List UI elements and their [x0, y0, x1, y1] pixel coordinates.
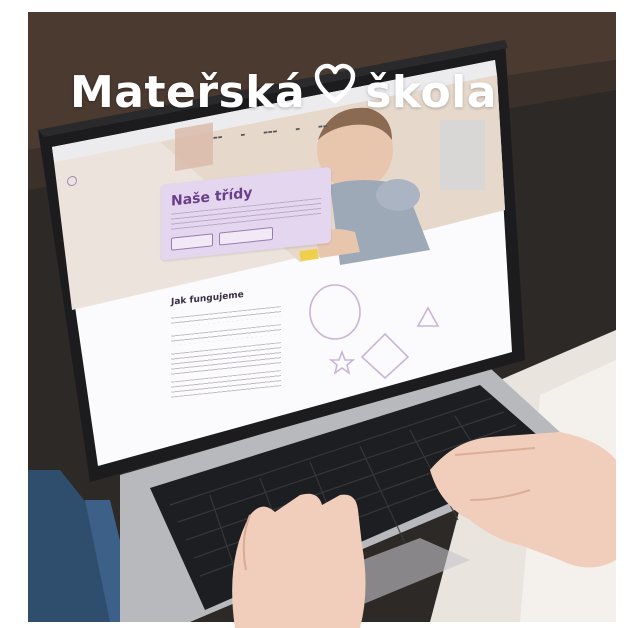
site-nav: ▬▬ ▬ ▬▬▬ ▬ ▬▬ — [213, 123, 328, 141]
headline-word-1: Mateřská — [70, 66, 306, 118]
headline-word-2: škola — [365, 66, 497, 118]
hero-card: Naše třídy — [161, 166, 331, 261]
nav-item: ▬ — [240, 131, 246, 139]
hero-button-secondary — [219, 226, 273, 246]
website-screen: ▬▬ ▬ ▬▬▬ ▬ ▬▬ Naše třídy Jak fungujeme — [63, 97, 503, 443]
section-title: Jak fungujeme — [171, 289, 244, 308]
nav-item: ▬▬ — [213, 134, 223, 142]
text-block — [171, 306, 281, 328]
heart-outline-icon — [314, 63, 356, 104]
headline: Mateřská škola — [70, 62, 540, 122]
nav-item: ▬▬▬ — [263, 128, 278, 136]
text-block — [171, 370, 281, 398]
nav-item: ▬▬ — [318, 123, 328, 131]
left-hand — [232, 493, 366, 628]
photo-stage: ▬▬ ▬ ▬▬▬ ▬ ▬▬ Naše třídy Jak fungujeme M… — [0, 0, 627, 628]
hero-button-primary — [171, 233, 213, 251]
text-block — [171, 324, 281, 346]
nav-item: ▬ — [295, 126, 301, 133]
site-logo-icon — [67, 175, 77, 187]
text-block — [171, 342, 281, 376]
